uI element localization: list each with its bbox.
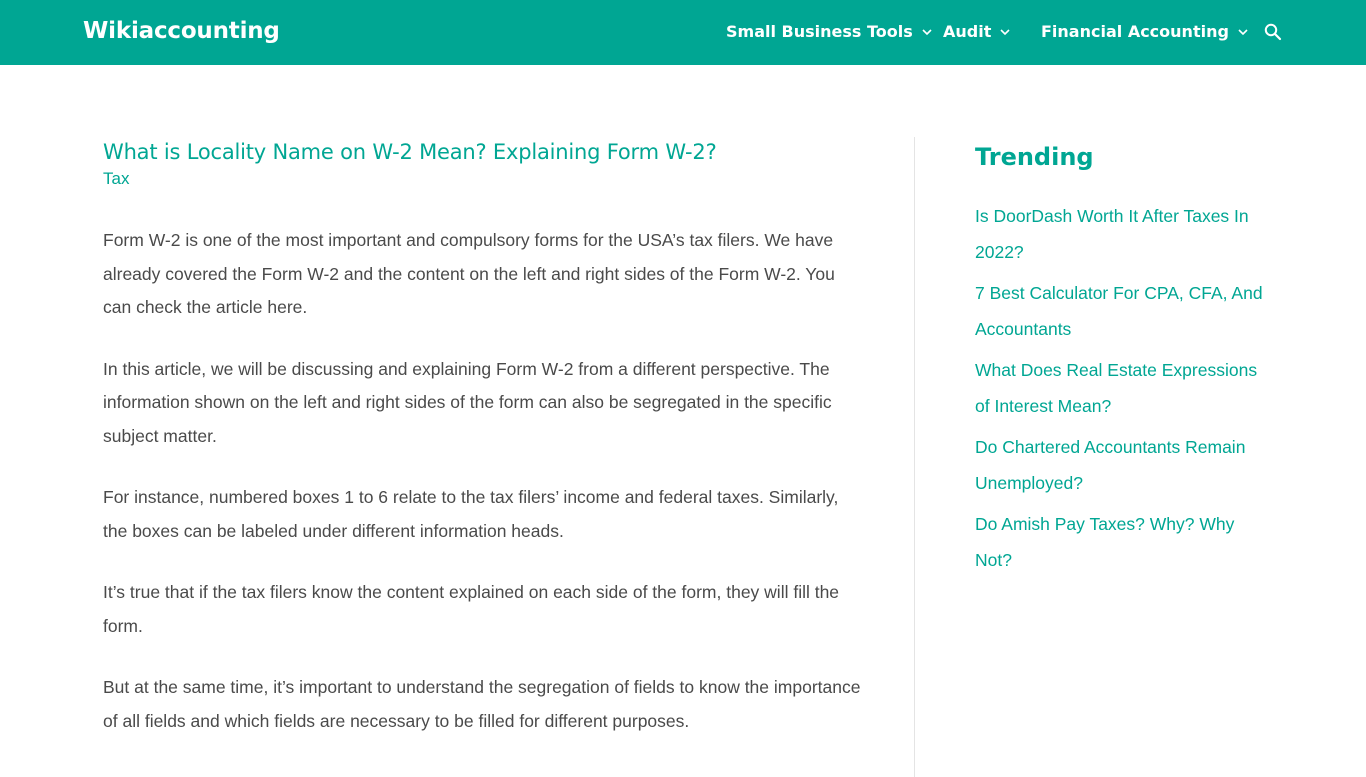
article-paragraph: But at the same time, it’s important to … bbox=[103, 677, 861, 731]
article-paragraph: Form W-2 is one of the most important an… bbox=[103, 230, 835, 317]
chevron-down-icon[interactable] bbox=[1237, 26, 1249, 38]
list-item: What Does Real Estate Expressions of Int… bbox=[975, 352, 1265, 424]
trending-link[interactable]: Do Chartered Accountants Remain Unemploy… bbox=[975, 429, 1265, 501]
nav-item-financial-accounting[interactable]: Financial Accounting bbox=[1041, 22, 1249, 41]
site-logo[interactable]: Wikiaccounting bbox=[83, 18, 280, 44]
article: What is Locality Name on W-2 Mean? Expla… bbox=[103, 137, 863, 766]
trending-link[interactable]: Do Amish Pay Taxes? Why? Why Not? bbox=[975, 506, 1265, 578]
sidebar-divider bbox=[914, 137, 915, 777]
list-item: Do Amish Pay Taxes? Why? Why Not? bbox=[975, 506, 1265, 578]
nav-item-label: Small Business Tools bbox=[726, 22, 913, 41]
sidebar: Trending Is DoorDash Worth It After Taxe… bbox=[975, 140, 1265, 583]
nav-item-label: Audit bbox=[943, 22, 992, 41]
trending-link[interactable]: 7 Best Calculator For CPA, CFA, And Acco… bbox=[975, 275, 1265, 347]
category-link[interactable]: Tax bbox=[103, 168, 129, 190]
search-icon[interactable] bbox=[1263, 22, 1283, 42]
site-header: Wikiaccounting Small Business Tools Audi… bbox=[0, 0, 1366, 65]
trending-link[interactable]: Is DoorDash Worth It After Taxes In 2022… bbox=[975, 198, 1265, 270]
nav-item-label: Financial Accounting bbox=[1041, 22, 1229, 41]
chevron-down-icon[interactable] bbox=[999, 26, 1011, 38]
trending-list: Is DoorDash Worth It After Taxes In 2022… bbox=[975, 198, 1265, 578]
list-item: 7 Best Calculator For CPA, CFA, And Acco… bbox=[975, 275, 1265, 347]
trending-title: Trending bbox=[975, 143, 1094, 171]
article-paragraph: In this article, we will be discussing a… bbox=[103, 358, 832, 446]
article-paragraph: For instance, numbered boxes 1 to 6 rela… bbox=[103, 487, 839, 541]
list-item: Is DoorDash Worth It After Taxes In 2022… bbox=[975, 198, 1265, 270]
trending-link[interactable]: What Does Real Estate Expressions of Int… bbox=[975, 352, 1265, 424]
article-paragraph: It’s true that if the tax filers know th… bbox=[103, 582, 840, 636]
article-content: Form W-2 is one of the most important an… bbox=[103, 224, 863, 738]
chevron-down-icon[interactable] bbox=[921, 26, 933, 38]
nav-item-small-business-tools[interactable]: Small Business Tools bbox=[726, 22, 933, 41]
nav-item-audit[interactable]: Audit bbox=[943, 22, 1011, 41]
article-title: What is Locality Name on W-2 Mean? Expla… bbox=[103, 140, 717, 164]
list-item: Do Chartered Accountants Remain Unemploy… bbox=[975, 429, 1265, 501]
